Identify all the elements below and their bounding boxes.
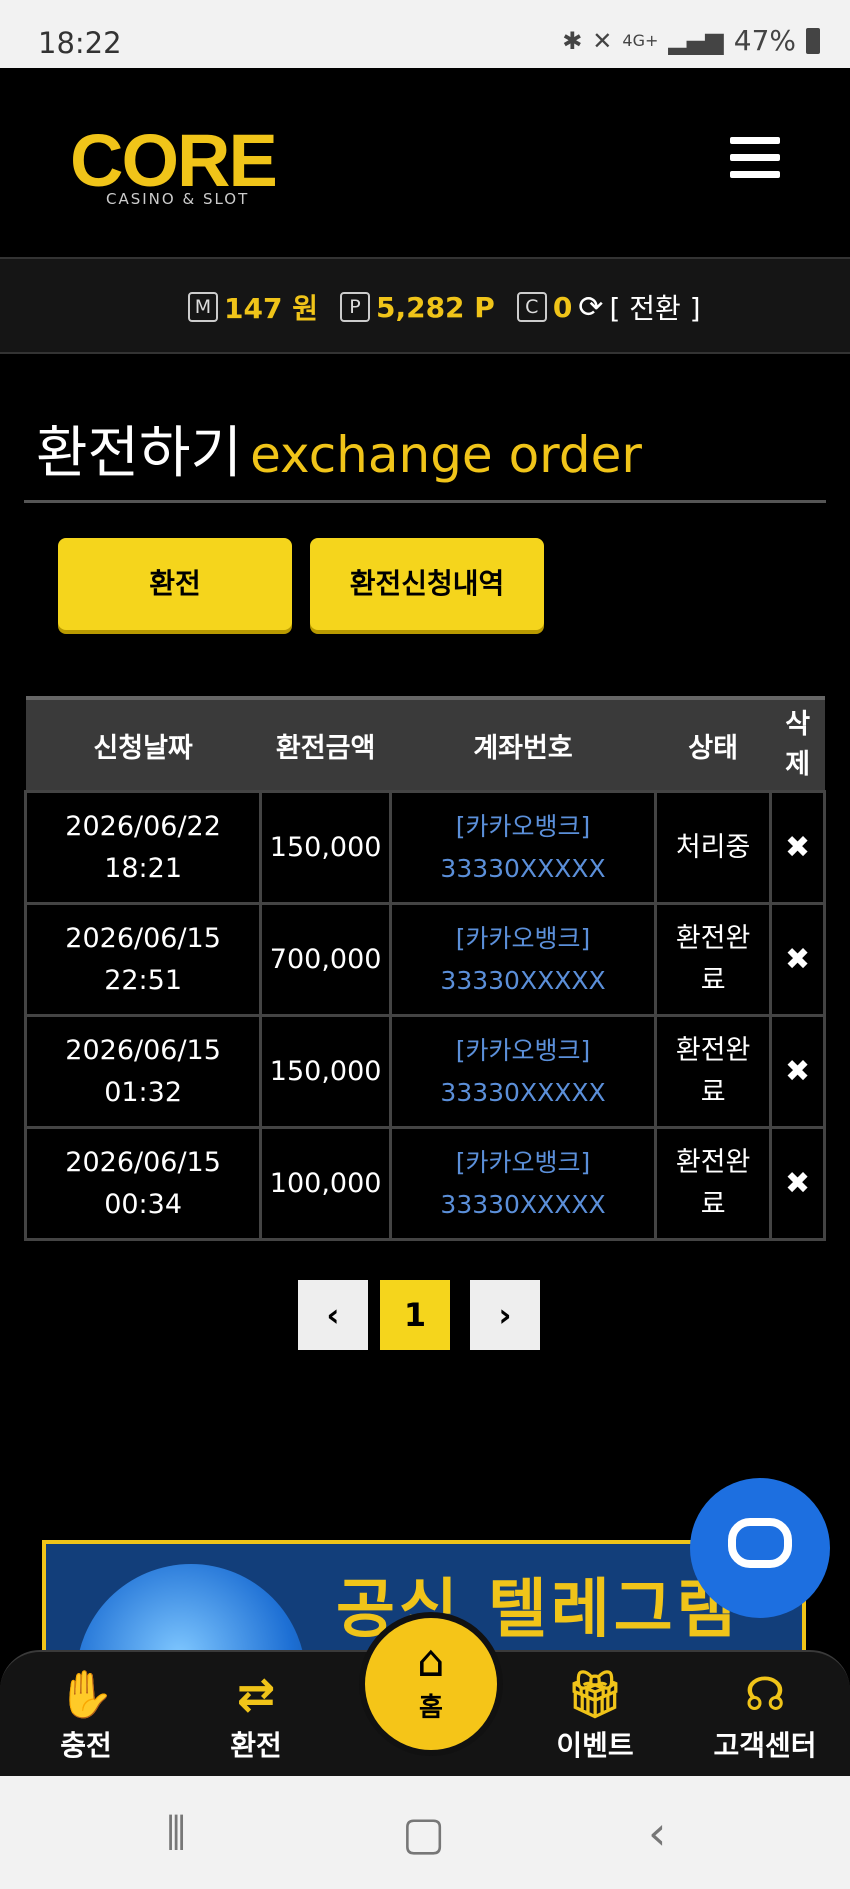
nav-charge-label: 충전 <box>60 1729 112 1762</box>
table-row: 2026/06/22 18:21 150,000 [카카오뱅크] 33330XXXX… <box>23 790 826 905</box>
header-account: 계좌번호 <box>390 696 656 792</box>
row-amount: 100,000 <box>259 1126 393 1241</box>
delete-icon[interactable]: ✖ <box>769 790 826 905</box>
page-title-english: exchange order <box>250 426 642 484</box>
chat-bubble-icon <box>728 1518 792 1568</box>
row-status: 환전완료 <box>653 1014 773 1129</box>
row-status: 처리중 <box>653 790 773 905</box>
battery-level: 47% <box>733 24 796 57</box>
pagination-next-button[interactable]: › <box>470 1280 540 1350</box>
mute-icon: ✕ <box>592 26 613 55</box>
coin-badge-icon: C <box>516 292 547 322</box>
table-row: 2026/06/15 01:32 150,000 [카카오뱅크] 33330XXXX… <box>23 1014 826 1129</box>
delete-icon[interactable]: ✖ <box>769 1126 826 1241</box>
pagination-prev-button[interactable]: ‹ <box>298 1280 368 1350</box>
refresh-icon[interactable]: ⟳ <box>578 290 603 325</box>
telegram-logo-icon <box>76 1564 306 1660</box>
row-amount: 700,000 <box>259 902 393 1017</box>
back-icon[interactable]: ‹ <box>648 1806 666 1860</box>
menu-icon[interactable] <box>730 137 780 179</box>
nav-home-label: 홈 <box>419 1693 443 1723</box>
table-row: 2026/06/15 00:34 100,000 [카카오뱅크] 33330XXXX… <box>23 1126 826 1241</box>
nav-event[interactable]: 🎁︎ 이벤트 <box>535 1664 655 1764</box>
status-icons: ✱ ✕ 4G+ ▂▄▆ 47% <box>562 24 820 57</box>
network-label: 4G+ <box>622 31 659 50</box>
nav-event-label: 이벤트 <box>556 1729 634 1762</box>
row-account: [카카오뱅크] 33330XXXXX <box>389 902 657 1017</box>
row-date: 2026/06/15 22:51 <box>23 902 263 1017</box>
money-badge-icon: M <box>188 292 218 322</box>
exchange-tab-button[interactable]: 환전 <box>58 538 292 630</box>
nav-exchange-label: 환전 <box>230 1729 282 1762</box>
row-date: 2026/06/15 01:32 <box>23 1014 263 1129</box>
recent-apps-icon[interactable]: ⦀ <box>166 1806 186 1862</box>
table-row: 2026/06/15 22:51 700,000 [카카오뱅크] 33330XXXX… <box>23 902 826 1017</box>
title-divider <box>24 500 826 503</box>
nav-support-label: 고객센터 <box>713 1729 817 1762</box>
row-date: 2026/06/15 00:34 <box>23 1126 263 1241</box>
logo-subtitle: CASINO & SLOT <box>106 190 250 208</box>
point-balance: 5,282 P <box>375 290 495 324</box>
header-amount: 환전금액 <box>260 696 391 792</box>
headset-icon: ☊ <box>744 1667 786 1721</box>
row-account: [카카오뱅크] 33330XXXXX <box>389 1126 657 1241</box>
row-status: 환전완료 <box>653 902 773 1017</box>
nav-support[interactable]: ☊ 고객센터 <box>705 1664 825 1764</box>
page-title: 환전하기 exchange order <box>36 408 642 489</box>
header-delete: 삭 제 <box>770 696 825 792</box>
status-bar: 18:22 ✱ ✕ 4G+ ▂▄▆ 47% <box>0 0 850 68</box>
money-balance: 147 원 <box>224 292 318 325</box>
row-status: 환전완료 <box>653 1126 773 1241</box>
balance-bar: M 147 원 P 5,282 P C 0 ⟳ [ 전환 ] <box>0 257 850 354</box>
home-heart-icon: ⌂ <box>417 1636 445 1687</box>
delete-icon[interactable]: ✖ <box>769 1014 826 1129</box>
gift-icon: 🎁︎ <box>565 1667 625 1721</box>
nav-charge[interactable]: ✋ 충전 <box>26 1664 146 1764</box>
header-status: 상태 <box>655 696 771 792</box>
signal-icon: ▂▄▆ <box>668 26 724 55</box>
nav-exchange[interactable]: ⇄ 환전 <box>196 1664 316 1764</box>
row-amount: 150,000 <box>259 790 393 905</box>
exchange-icon: ⇄ <box>236 1667 276 1721</box>
exchange-history-tab-button[interactable]: 환전신청내역 <box>310 538 544 630</box>
convert-button[interactable]: [ 전환 ] <box>609 287 700 327</box>
status-time: 18:22 <box>38 26 122 60</box>
table-header-row: 신청날짜 환전금액 계좌번호 상태 삭 제 <box>25 696 825 792</box>
page-title-korean: 환전하기 <box>36 421 243 486</box>
battery-icon <box>806 27 820 54</box>
row-account: [카카오뱅크] 33330XXXXX <box>389 1014 657 1129</box>
system-navigation-bar: ⦀ ▢ ‹ <box>0 1776 850 1889</box>
header-date: 신청날짜 <box>25 696 261 792</box>
coin-balance: 0 <box>552 290 573 324</box>
point-badge-icon: P <box>339 292 370 322</box>
logo-wordmark: CORE <box>70 119 278 202</box>
row-account: [카카오뱅크] 33330XXXXX <box>389 790 657 905</box>
exchange-history-table: 신청날짜 환전금액 계좌번호 상태 삭 제 2026/06/22 18:21 15… <box>23 696 826 1241</box>
nav-home-button[interactable]: ⌂ 홈 <box>359 1612 503 1756</box>
home-system-icon[interactable]: ▢ <box>402 1806 445 1860</box>
live-chat-button[interactable] <box>690 1478 830 1618</box>
bluetooth-icon: ✱ <box>562 26 583 55</box>
delete-icon[interactable]: ✖ <box>769 902 826 1017</box>
site-logo[interactable]: CORE CASINO & SLOT <box>70 124 290 214</box>
charge-icon: ✋ <box>57 1667 115 1721</box>
row-amount: 150,000 <box>259 1014 393 1129</box>
row-date: 2026/06/22 18:21 <box>23 790 263 905</box>
pagination-current-page[interactable]: 1 <box>380 1280 450 1350</box>
